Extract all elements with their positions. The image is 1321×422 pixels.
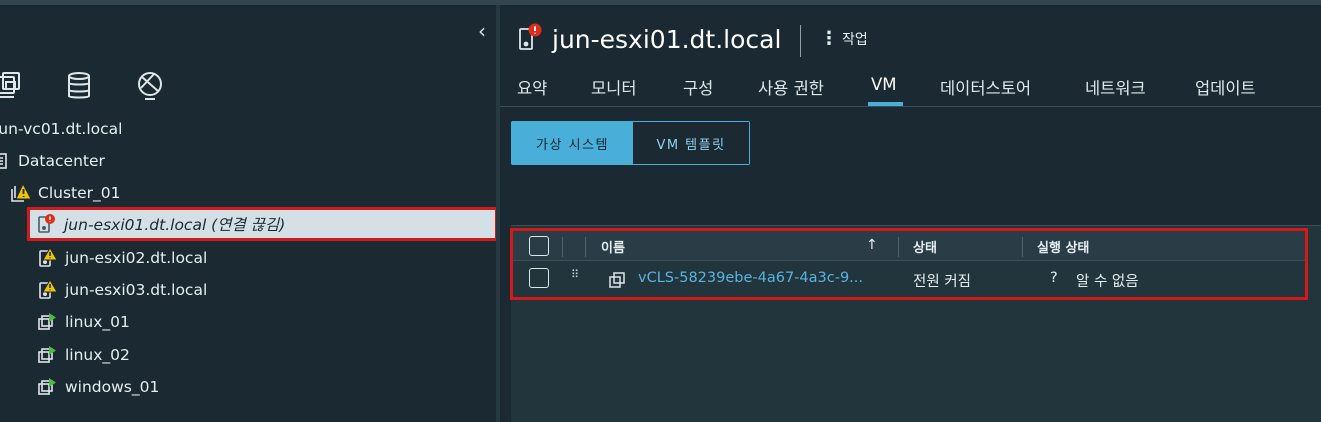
vm-name-link[interactable]: vCLS-58239ebe-4a67-4a3c-9... (638, 270, 863, 286)
inventory-view-tabs (0, 69, 496, 109)
networks-icon[interactable] (133, 69, 167, 103)
vm-run-state: 알 수 없음 (1076, 274, 1139, 290)
virtual-machines-button[interactable]: 가상 시스템 (512, 122, 633, 164)
row-checkbox[interactable] (529, 268, 549, 288)
column-header-state[interactable]: 상태 (913, 237, 937, 256)
tree-item-host[interactable]: jun-esxi02.dt.local (37, 244, 207, 272)
datacenter-icon (0, 151, 10, 171)
column-resizer[interactable] (1022, 237, 1023, 257)
hosts-and-clusters-icon[interactable] (0, 69, 28, 103)
object-tabs: 요약 모니터 구성 사용 권한 VM 데이터스토어 네트워크 업데이트 (500, 67, 1321, 107)
inventory-panel: ‹ jun-vc01.dt.local Datacenter Cluster_0… (0, 5, 498, 422)
column-separator (585, 237, 586, 257)
tab-permissions[interactable]: 사용 권한 (758, 75, 824, 99)
tab-configure[interactable]: 구성 (683, 75, 713, 99)
tree-item-label: linux_02 (65, 346, 130, 364)
host-warning-icon (37, 279, 58, 300)
tree-item-vm[interactable]: linux_01 (37, 308, 130, 336)
unknown-status-icon: ? (1050, 270, 1058, 286)
tab-vms[interactable]: VM (871, 75, 897, 94)
active-tab-indicator (868, 102, 903, 106)
host-warning-icon (37, 247, 58, 268)
vm-icon (608, 270, 628, 294)
vm-type-toggle: 가상 시스템 VM 템플릿 (511, 121, 750, 165)
host-detail-panel: jun-esxi01.dt.local ⋮ 작업 요약 모니터 구성 사용 권한… (500, 5, 1321, 422)
tab-updates[interactable]: 업데이트 (1195, 75, 1256, 99)
more-vertical-icon: ⋮ (820, 28, 838, 49)
tree-item-label: linux_01 (65, 313, 130, 331)
datagrid-header: 이름 ↑ 상태 실행 상태 (513, 231, 1305, 261)
column-header-name[interactable]: 이름 (601, 237, 625, 256)
tree-item-label: Datacenter (18, 152, 105, 170)
tree-item-label: jun-esxi03.dt.local (65, 281, 208, 299)
tree-item-host-selected[interactable]: jun-esxi01.dt.local (연결 끊김) (27, 207, 498, 241)
tree-item-vcenter[interactable]: jun-vc01.dt.local (0, 115, 122, 143)
tree-item-cluster[interactable]: Cluster_01 (10, 179, 121, 207)
vm-state: 전원 커짐 (913, 274, 971, 290)
vm-templates-button[interactable]: VM 템플릿 (633, 122, 749, 164)
tree-item-datacenter[interactable]: Datacenter (0, 147, 105, 175)
vm-powered-on-icon (37, 345, 57, 365)
table-row[interactable]: ⠿ vCLS-58239ebe-4a67-4a3c-9... 전원 커짐 ? 알… (513, 262, 1305, 297)
column-separator (562, 237, 563, 257)
tab-networks[interactable]: 네트워크 (1085, 75, 1146, 99)
tree-item-vm[interactable]: windows_01 (37, 373, 159, 401)
column-header-run-state[interactable]: 실행 상태 (1037, 237, 1089, 256)
host-disconnected-icon (36, 214, 56, 234)
actions-menu-button[interactable]: ⋮ 작업 (820, 29, 868, 49)
tree-item-label: Cluster_01 (38, 184, 121, 202)
tree-item-vm[interactable]: linux_02 (37, 341, 130, 369)
drag-handle-icon[interactable]: ⠿ (571, 269, 579, 280)
tree-item-label: windows_01 (65, 378, 160, 396)
vm-powered-on-icon (37, 312, 57, 332)
cluster-warning-icon (10, 182, 32, 203)
tree-item-label: jun-vc01.dt.local (0, 120, 123, 138)
vm-datagrid: 이름 ↑ 상태 실행 상태 ⠿ vCLS-58239ebe-4a67-4a3c-… (510, 228, 1308, 300)
vm-datagrid-container: 이름 ↑ 상태 실행 상태 ⠿ vCLS-58239ebe-4a67-4a3c-… (510, 225, 1321, 422)
page-title: jun-esxi01.dt.local (518, 23, 781, 55)
tree-item-label: jun-esxi02.dt.local (65, 249, 208, 267)
tree-item-label: jun-esxi01.dt.local (연결 끊김) (64, 216, 286, 234)
select-all-checkbox[interactable] (529, 236, 549, 256)
title-divider (800, 25, 801, 57)
tree-item-host[interactable]: jun-esxi03.dt.local (37, 276, 207, 304)
tab-monitor[interactable]: 모니터 (591, 75, 637, 99)
host-name: jun-esxi01.dt.local (552, 24, 782, 54)
sort-ascending-icon[interactable]: ↑ (866, 237, 878, 253)
actions-label: 작업 (842, 32, 868, 48)
vm-powered-on-icon (37, 377, 57, 397)
datastores-icon[interactable] (62, 69, 96, 103)
chevron-left-icon[interactable]: ‹ (478, 19, 486, 43)
host-disconnected-icon (518, 23, 542, 55)
column-resizer[interactable] (898, 237, 899, 257)
tab-datastores[interactable]: 데이터스토어 (940, 75, 1031, 99)
tab-summary[interactable]: 요약 (517, 75, 547, 99)
